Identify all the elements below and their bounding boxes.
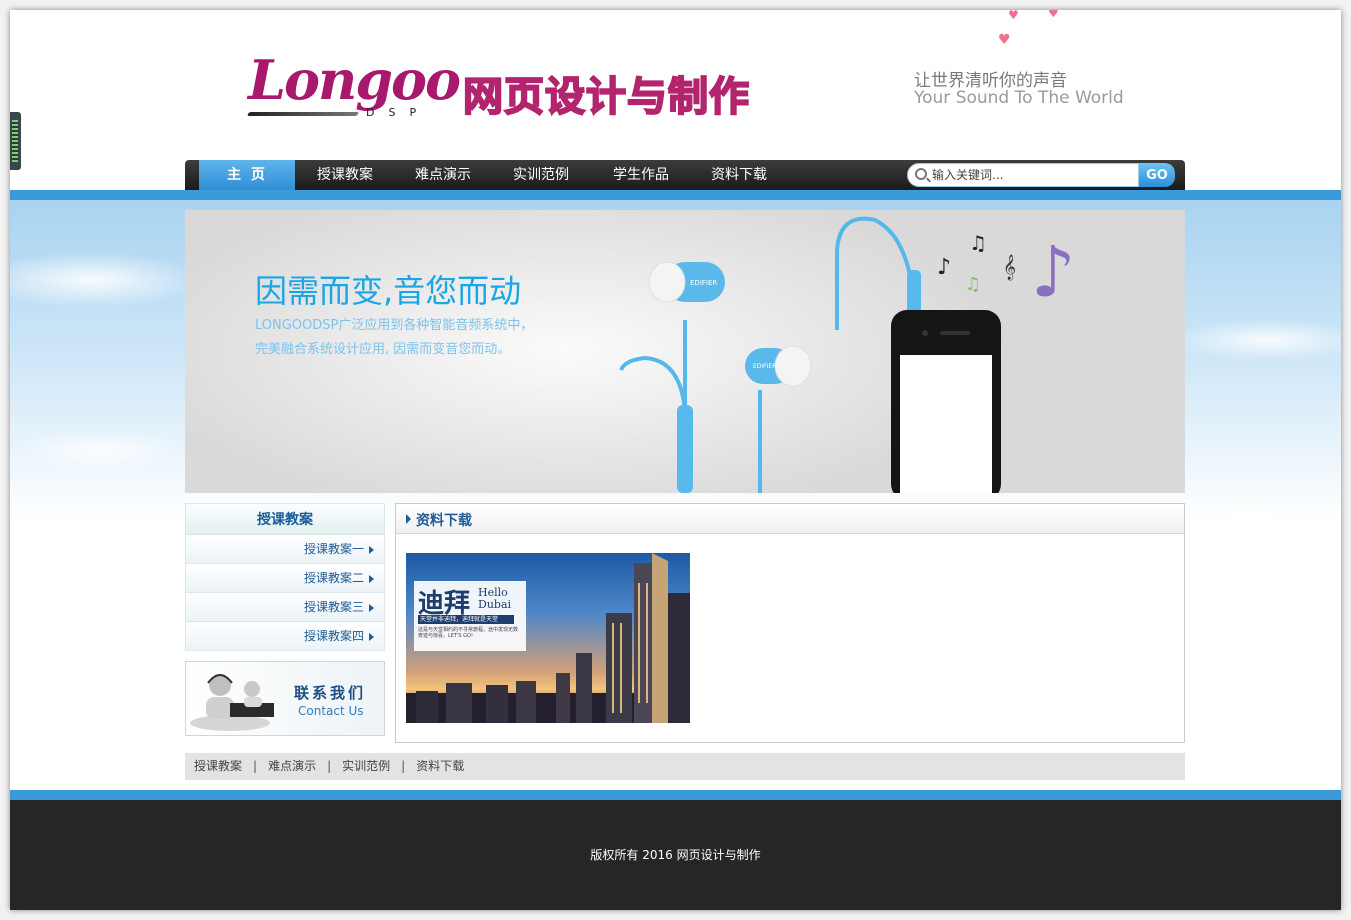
logo-text: Longoo	[248, 48, 461, 112]
sidebar-item-label: 授课教案二	[303, 571, 364, 585]
heart-icon: ♥	[998, 32, 1011, 48]
nav-item-downloads[interactable]: 资料下载	[701, 160, 777, 190]
arrow-right-icon	[369, 575, 374, 583]
sidebar-item-lesson-2[interactable]: 授课教案二	[185, 564, 385, 593]
sidebar-item-lesson-1[interactable]: 授课教案一	[185, 535, 385, 564]
nav-item-demos[interactable]: 难点演示	[405, 160, 481, 190]
heart-icon: ♥	[1048, 10, 1059, 20]
music-note-icon: ♪	[1031, 231, 1076, 313]
sidebar-item-lesson-4[interactable]: 授课教案四	[185, 622, 385, 651]
sidebar-item-label: 授课教案三	[303, 600, 364, 614]
earbud-icon: EDIFIER	[648, 261, 725, 303]
promo-text: 这是与天堂相约的不寻常旅程，途中发现无数奇迹与惊喜。LET'S GO!	[418, 627, 519, 639]
promo-hello: Hello Dubai	[478, 586, 512, 611]
heart-icon: ♥	[1008, 10, 1019, 22]
nav-item-examples[interactable]: 实训范例	[503, 160, 579, 190]
footer-band	[10, 790, 1341, 800]
customer-service-icon	[190, 674, 274, 731]
music-note-icon: ♫	[965, 274, 981, 295]
carousel-dots[interactable]	[584, 715, 614, 719]
footer-links: 授课教案 | 难点演示 | 实训范例 | 资料下载	[185, 753, 1185, 780]
sidebar-item-lesson-3[interactable]: 授课教案三	[185, 593, 385, 622]
sidebar-title: 授课教案	[185, 503, 385, 535]
music-note-icon: ♪	[937, 255, 951, 280]
logo[interactable]: Longoo DSP	[246, 48, 461, 128]
dubai-image[interactable]: 迪拜 Hello Dubai 天堂并非迪拜，迪拜就是天堂 这是与天堂相约的不寻常旅…	[406, 553, 690, 723]
logo-sub: DSP	[366, 106, 431, 119]
nav-item-lesson-plans[interactable]: 授课教案	[305, 160, 385, 190]
arrow-right-icon	[369, 546, 374, 554]
promo-tagline: 天堂并非迪拜，迪拜就是天堂	[418, 615, 514, 624]
logo-swoosh	[246, 112, 360, 116]
main-nav: 主页 授课教案 难点演示 实训范例 学生作品 资料下载 GO	[185, 160, 1185, 190]
search-icon	[915, 168, 927, 180]
sidebar-item-label: 授课教案一	[303, 542, 364, 556]
music-note-icon: ♫	[969, 231, 987, 255]
hearts-decoration: ♥ ♥ ♥	[998, 10, 1068, 50]
panel-header: 资料下载	[396, 504, 1184, 534]
smartphone-icon	[891, 310, 1001, 493]
earphones-phone-illustration: EDIFIER EDIFIER ♪ ♫ ♫ 𝄞 ♪	[619, 216, 1076, 493]
contact-us-title: 联系我们	[294, 684, 367, 702]
site-title: 网页设计与制作	[462, 73, 750, 121]
header-band	[10, 190, 1341, 200]
hero-banner[interactable]: 因需而变,音您而动 LONGOODSP广泛应用到各种智能音频系统中， 完美融合系…	[185, 210, 1185, 493]
sidebar: 授课教案 授课教案一 授课教案二 授课教案三 授课教案四 联系我们 Contac…	[185, 503, 385, 736]
arrow-right-icon	[369, 604, 374, 612]
footer-link-lesson-plans[interactable]: 授课教案	[194, 759, 242, 773]
copyright-text: 版权所有 2016 网页设计与制作	[590, 848, 761, 862]
search-input[interactable]	[932, 166, 1132, 184]
header: Longoo DSP 网页设计与制作 ♥ ♥ ♥ 让世界清听你的声音 Your …	[10, 10, 1341, 160]
footer-link-examples[interactable]: 实训范例	[342, 759, 390, 773]
panel-title: 资料下载	[416, 513, 472, 529]
search-go-button[interactable]: GO	[1139, 163, 1175, 187]
svg-text:EDIFIER: EDIFIER	[753, 363, 776, 370]
dubai-promo-card: 迪拜 Hello Dubai 天堂并非迪拜，迪拜就是天堂 这是与天堂相约的不寻常旅…	[414, 581, 526, 651]
contact-us-subtitle: Contact Us	[298, 704, 364, 718]
svg-text:EDIFIER: EDIFIER	[690, 279, 717, 287]
footer-link-downloads[interactable]: 资料下载	[416, 759, 464, 773]
nav-item-home[interactable]: 主页	[199, 160, 295, 190]
footer-link-demos[interactable]: 难点演示	[268, 759, 316, 773]
page: Longoo DSP 网页设计与制作 ♥ ♥ ♥ 让世界清听你的声音 Your …	[10, 10, 1341, 910]
sidebar-item-label: 授课教案四	[303, 629, 364, 643]
downloads-panel: 资料下载 迪拜 Hello Dubai 天堂并非迪拜，迪拜就是天堂 这是与天堂相…	[395, 503, 1185, 743]
nav-item-student-works[interactable]: 学生作品	[603, 160, 679, 190]
treble-clef-icon: 𝄞	[1003, 254, 1016, 280]
contact-us-banner[interactable]: 联系我们 Contact Us	[185, 661, 385, 736]
footer: 版权所有 2016 网页设计与制作	[10, 800, 1341, 910]
search-box	[907, 163, 1139, 187]
slogan-en: Your Sound To The World	[914, 88, 1124, 108]
arrow-right-icon	[369, 633, 374, 641]
arrow-right-icon	[406, 514, 411, 524]
